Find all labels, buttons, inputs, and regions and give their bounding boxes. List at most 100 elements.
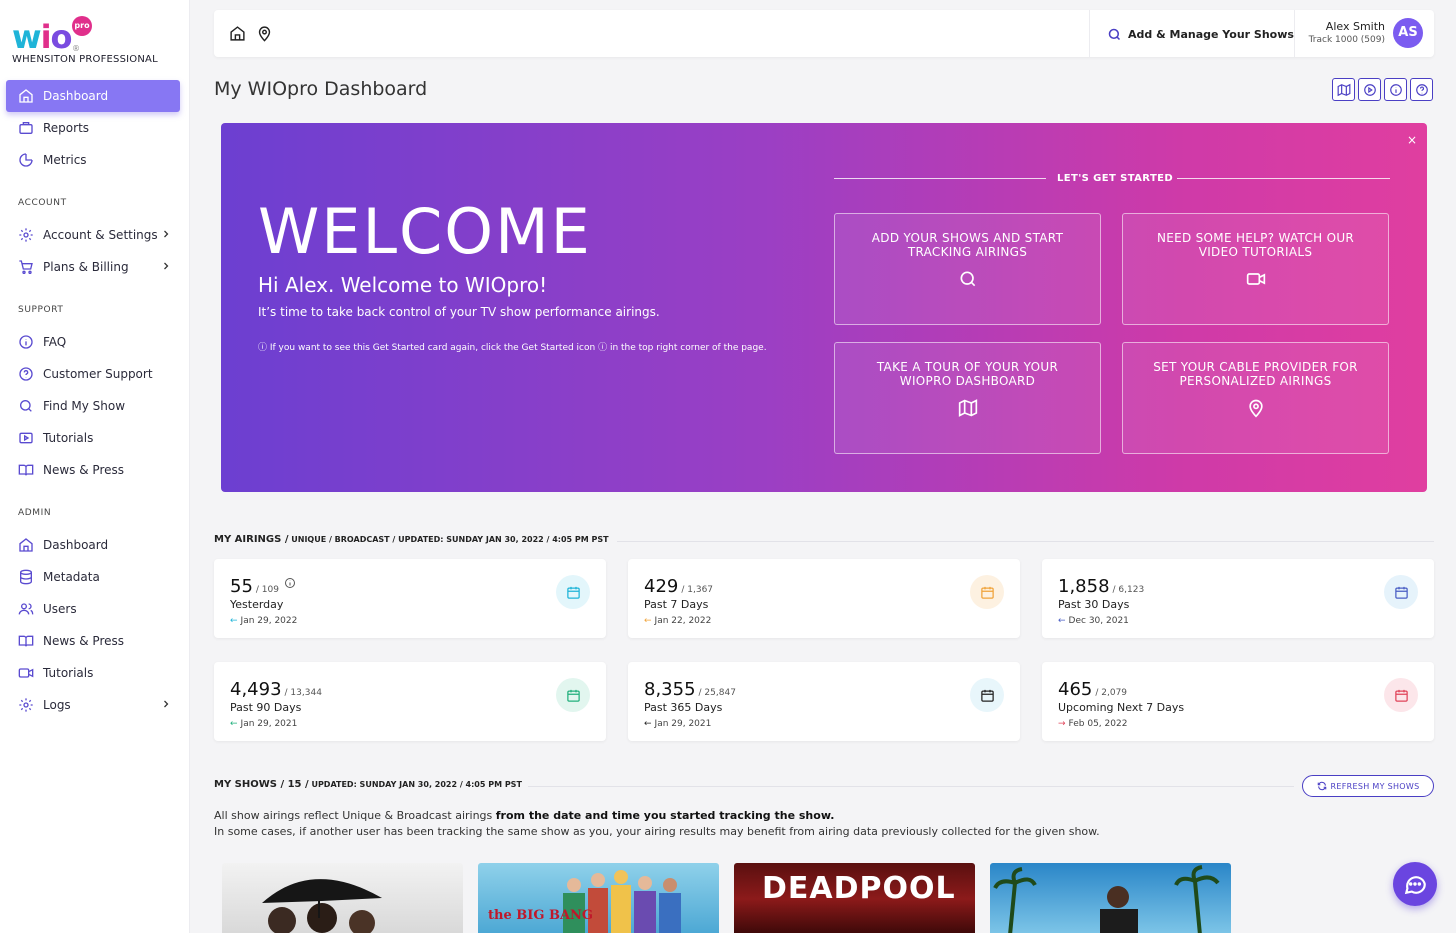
- stat-value: 465/ 2,079: [1058, 679, 1128, 700]
- home-icon: [19, 89, 33, 103]
- top-bar: Add & Manage Your Shows Alex Smith Track…: [214, 10, 1434, 57]
- stat-past-30-days[interactable]: 1,858/ 6,123 Past 30 Days ← Dec 30, 2021: [1042, 559, 1434, 638]
- refresh-shows-button[interactable]: REFRESH MY SHOWS: [1302, 775, 1434, 797]
- sidebar-item-label: Metadata: [43, 570, 100, 584]
- page-title: My WIOpro Dashboard: [214, 78, 428, 100]
- divider: [528, 786, 1294, 787]
- user-info[interactable]: Alex Smith Track 1000 (509): [1309, 20, 1385, 45]
- divider: [1294, 10, 1295, 57]
- shows-note: All show airings reflect Unique & Broadc…: [214, 809, 1100, 838]
- sidebar-item-admin-news-press[interactable]: News & Press: [6, 625, 180, 657]
- stat-upcoming-7-days[interactable]: 465/ 2,079 Upcoming Next 7 Days → Feb 05,…: [1042, 662, 1434, 741]
- card-add-shows[interactable]: ADD YOUR SHOWS AND START TRACKING AIRING…: [834, 213, 1101, 325]
- home-icon[interactable]: [229, 25, 246, 42]
- sidebar-item-label: FAQ: [43, 335, 67, 349]
- sidebar-item-label: Customer Support: [43, 367, 153, 381]
- sidebar-item-admin-dashboard[interactable]: Dashboard: [6, 529, 180, 561]
- brand-logo[interactable]: wio pro ® WHENSITON PROFESSIONAL: [12, 14, 182, 70]
- gear-icon: [19, 698, 33, 712]
- get-started-button[interactable]: [1384, 78, 1407, 101]
- nav-support: FAQ Customer Support Find My Show Tutori…: [6, 326, 180, 486]
- sidebar-item-label: Find My Show: [43, 399, 126, 413]
- chevron-right-icon: [164, 262, 169, 270]
- sidebar-item-tutorials[interactable]: Tutorials: [6, 422, 180, 454]
- add-manage-shows-link[interactable]: Add & Manage Your Shows: [1128, 28, 1294, 41]
- sidebar-item-customer-support[interactable]: Customer Support: [6, 358, 180, 390]
- show-poster[interactable]: [222, 863, 463, 933]
- chevron-right-icon: [164, 700, 169, 708]
- chat-button[interactable]: [1393, 862, 1437, 906]
- stat-date: ← Dec 30, 2021: [1058, 616, 1129, 626]
- sidebar-item-metadata[interactable]: Metadata: [6, 561, 180, 593]
- card-text: NEED SOME HELP? WATCH OUR VIDEO TUTORIAL…: [1156, 231, 1355, 259]
- info-icon[interactable]: [284, 577, 296, 589]
- avatar[interactable]: AS: [1393, 18, 1423, 48]
- sidebar-item-news-press[interactable]: News & Press: [6, 454, 180, 486]
- sidebar-item-label: Dashboard: [43, 89, 109, 103]
- sidebar-item-label: News & Press: [43, 634, 124, 648]
- sidebar-item-logs[interactable]: Logs: [6, 689, 180, 721]
- card-video-tutorials[interactable]: NEED SOME HELP? WATCH OUR VIDEO TUTORIAL…: [1122, 213, 1389, 325]
- sidebar-item-account-settings[interactable]: Account & Settings: [6, 219, 180, 251]
- help-button[interactable]: [1410, 78, 1433, 101]
- map-icon: [958, 399, 977, 417]
- sidebar-item-find-my-show[interactable]: Find My Show: [6, 390, 180, 422]
- welcome-heading: WELCOME: [258, 195, 592, 268]
- refresh-icon: [1317, 781, 1326, 791]
- close-icon[interactable]: ×: [1405, 133, 1419, 147]
- map-pin-icon[interactable]: [256, 25, 273, 42]
- tour-button[interactable]: [1332, 78, 1355, 101]
- stat-past-90-days[interactable]: 4,493/ 13,344 Past 90 Days ← Jan 29, 2021: [214, 662, 606, 741]
- help-circle-icon: [19, 367, 33, 381]
- briefcase-icon: [19, 122, 33, 134]
- sidebar-item-label: Tutorials: [43, 666, 94, 680]
- help-circle-icon: [1415, 83, 1428, 96]
- arrow-left-icon: ←: [644, 719, 652, 729]
- chevron-right-icon: [164, 230, 169, 238]
- show-poster[interactable]: the BIG BANG: [478, 863, 719, 933]
- stat-past-7-days[interactable]: 429/ 1,367 Past 7 Days ← Jan 22, 2022: [628, 559, 1020, 638]
- user-track: Track 1000 (509): [1308, 35, 1385, 45]
- stat-value: 429/ 1,367: [644, 576, 714, 597]
- stat-label: Past 30 Days: [1058, 598, 1130, 611]
- calendar-icon: [556, 678, 590, 712]
- stat-yesterday[interactable]: 55/ 109 Yesterday ← Jan 29, 2022: [214, 559, 606, 638]
- info-icon: [1389, 83, 1402, 96]
- search-icon[interactable]: [1107, 27, 1122, 42]
- stat-value: 55/ 109: [230, 576, 296, 597]
- sidebar-item-metrics[interactable]: Metrics: [6, 144, 180, 176]
- stat-past-365-days[interactable]: 8,355/ 25,847 Past 365 Days ← Jan 29, 202…: [628, 662, 1020, 741]
- card-cable-provider[interactable]: SET YOUR CABLE PROVIDER FOR PERSONALIZED…: [1122, 342, 1389, 454]
- cart-icon: [19, 260, 33, 274]
- title-action-icons: [1329, 78, 1433, 101]
- stat-date: ← Jan 22, 2022: [644, 616, 712, 626]
- section-heading-admin: ADMIN: [18, 508, 52, 518]
- show-poster[interactable]: DEADPOOL: [734, 863, 975, 933]
- stat-label: Upcoming Next 7 Days: [1058, 701, 1185, 714]
- poster-title: DEADPOOL: [762, 871, 956, 906]
- stat-value: 8,355/ 25,847: [644, 679, 736, 700]
- stat-date: ← Jan 29, 2021: [230, 719, 298, 729]
- sidebar-item-admin-tutorials[interactable]: Tutorials: [6, 657, 180, 689]
- sidebar-item-users[interactable]: Users: [6, 593, 180, 625]
- sidebar-item-dashboard[interactable]: Dashboard: [6, 80, 180, 112]
- logo-registered: ®: [72, 44, 80, 53]
- section-heading-account: ACCOUNT: [18, 198, 67, 208]
- sidebar-item-plans-billing[interactable]: Plans & Billing: [6, 251, 180, 283]
- book-icon: [18, 464, 34, 476]
- shows-heading: MY SHOWS / 15 / UPDATED: SUNDAY JAN 30, …: [214, 779, 522, 790]
- welcome-banner: × WELCOME Hi Alex. Welcome to WIOpro! It…: [221, 123, 1427, 492]
- sidebar-item-faq[interactable]: FAQ: [6, 326, 180, 358]
- play-circle-icon: [1363, 83, 1376, 96]
- show-poster[interactable]: [990, 863, 1231, 933]
- card-dashboard-tour[interactable]: TAKE A TOUR OF YOUR YOUR WIOPRO DASHBOAR…: [834, 342, 1101, 454]
- stat-date: → Feb 05, 2022: [1058, 719, 1128, 729]
- card-text: TAKE A TOUR OF YOUR YOUR WIOPRO DASHBOAR…: [876, 360, 1059, 388]
- sidebar-item-reports[interactable]: Reports: [6, 112, 180, 144]
- stat-value: 4,493/ 13,344: [230, 679, 322, 700]
- tutorials-button[interactable]: [1358, 78, 1381, 101]
- section-heading-support: SUPPORT: [18, 305, 64, 315]
- sidebar-item-label: Logs: [43, 698, 71, 712]
- stat-label: Past 7 Days: [644, 598, 709, 611]
- stat-date: ← Jan 29, 2022: [230, 616, 298, 626]
